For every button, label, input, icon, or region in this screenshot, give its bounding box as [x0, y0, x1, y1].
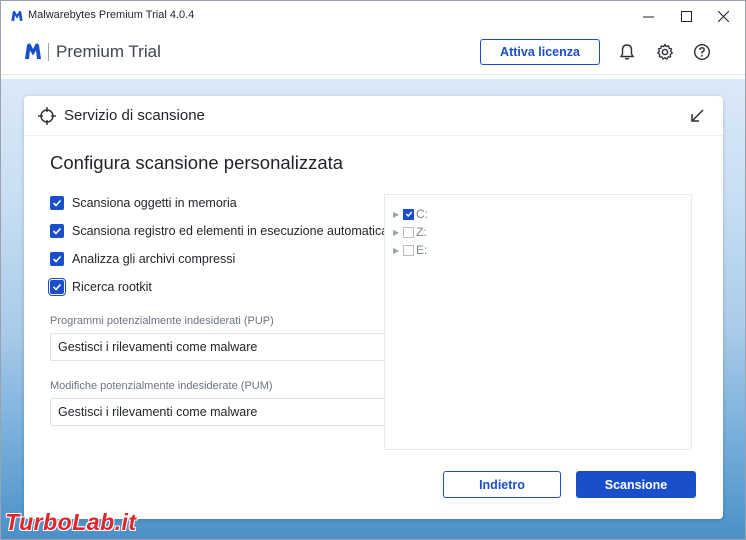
- pum-label: Modifiche potenzialmente indesiderate (P…: [50, 380, 273, 392]
- back-button[interactable]: Indietro: [443, 471, 561, 498]
- minimize-button[interactable]: [629, 1, 667, 31]
- checkbox[interactable]: [48, 278, 66, 296]
- option-label: Scansiona registro ed elementi in esecuz…: [72, 224, 389, 238]
- minimize-icon: [642, 16, 654, 17]
- expand-arrow-icon[interactable]: ▶: [393, 228, 401, 237]
- drive-checkbox[interactable]: [403, 208, 414, 220]
- section-title: Configura scansione personalizzata: [50, 152, 344, 173]
- option-label: Analizza gli archivi compressi: [72, 252, 236, 266]
- option-label: Ricerca rootkit: [72, 280, 152, 294]
- malwarebytes-logo-icon: [11, 10, 23, 21]
- drive-label: E:: [416, 243, 428, 257]
- app-window: Malwarebytes Premium Trial 4.0.4 Premium…: [0, 0, 746, 540]
- option-label: Scansiona oggetti in memoria: [72, 196, 237, 210]
- checkmark-icon: [52, 199, 62, 207]
- watermark-logo: TurboLab.it: [5, 509, 137, 535]
- collapse-arrow-icon[interactable]: [688, 107, 706, 125]
- maximize-icon: [680, 10, 692, 22]
- option-scan-registry[interactable]: Scansiona registro ed elementi in esecuz…: [50, 221, 388, 241]
- checkmark-icon: [52, 283, 62, 291]
- drive-checkbox[interactable]: [403, 244, 414, 256]
- checkmark-icon: [405, 211, 412, 218]
- malwarebytes-brand-icon: [25, 43, 41, 59]
- gear-icon: [657, 43, 673, 60]
- checkbox[interactable]: [50, 224, 64, 238]
- expand-arrow-icon[interactable]: ▶: [393, 246, 401, 255]
- activate-license-button[interactable]: Attiva licenza: [480, 39, 600, 65]
- option-scan-archives[interactable]: Analizza gli archivi compressi: [50, 249, 235, 269]
- app-header: Premium Trial Attiva licenza: [1, 31, 745, 75]
- drive-label: Z:: [416, 225, 427, 239]
- drive-checkbox[interactable]: [403, 226, 414, 238]
- scan-service-panel: Servizio di scansione Configura scansion…: [24, 96, 723, 519]
- help-button[interactable]: [691, 41, 713, 63]
- notifications-button[interactable]: [616, 41, 638, 63]
- crosshair-icon: [38, 107, 56, 125]
- close-icon: [717, 10, 729, 22]
- checkmark-icon: [52, 227, 62, 235]
- checkbox[interactable]: [50, 252, 64, 266]
- drive-tree: ▶ C: ▶ Z: ▶ E:: [384, 194, 692, 450]
- brand-divider: [48, 43, 49, 61]
- drive-label: C:: [416, 207, 428, 221]
- panel-header: Servizio di scansione: [24, 96, 723, 136]
- brand-name: Premium Trial: [56, 42, 161, 61]
- checkmark-icon: [52, 255, 62, 263]
- maximize-button[interactable]: [667, 1, 705, 31]
- settings-button[interactable]: [654, 41, 676, 63]
- pup-select[interactable]: Gestisci i rilevamenti come malware: [50, 333, 388, 361]
- option-scan-rootkit[interactable]: Ricerca rootkit: [48, 277, 152, 297]
- title-bar: Malwarebytes Premium Trial 4.0.4: [1, 1, 745, 31]
- drive-item-z[interactable]: ▶ Z:: [393, 224, 427, 240]
- drive-item-e[interactable]: ▶ E:: [393, 242, 427, 258]
- drive-item-c[interactable]: ▶ C:: [393, 206, 428, 222]
- panel-title: Servizio di scansione: [64, 107, 205, 124]
- help-icon: [693, 43, 711, 61]
- option-scan-memory[interactable]: Scansiona oggetti in memoria: [50, 193, 237, 213]
- scan-button[interactable]: Scansione: [576, 471, 696, 498]
- window-title: Malwarebytes Premium Trial 4.0.4: [28, 9, 195, 21]
- expand-arrow-icon[interactable]: ▶: [393, 210, 401, 219]
- pup-label: Programmi potenzialmente indesiderati (P…: [50, 315, 274, 327]
- bell-icon: [619, 44, 635, 60]
- checkbox[interactable]: [50, 196, 64, 210]
- pum-select[interactable]: Gestisci i rilevamenti come malware: [50, 398, 388, 426]
- close-button[interactable]: [704, 1, 742, 31]
